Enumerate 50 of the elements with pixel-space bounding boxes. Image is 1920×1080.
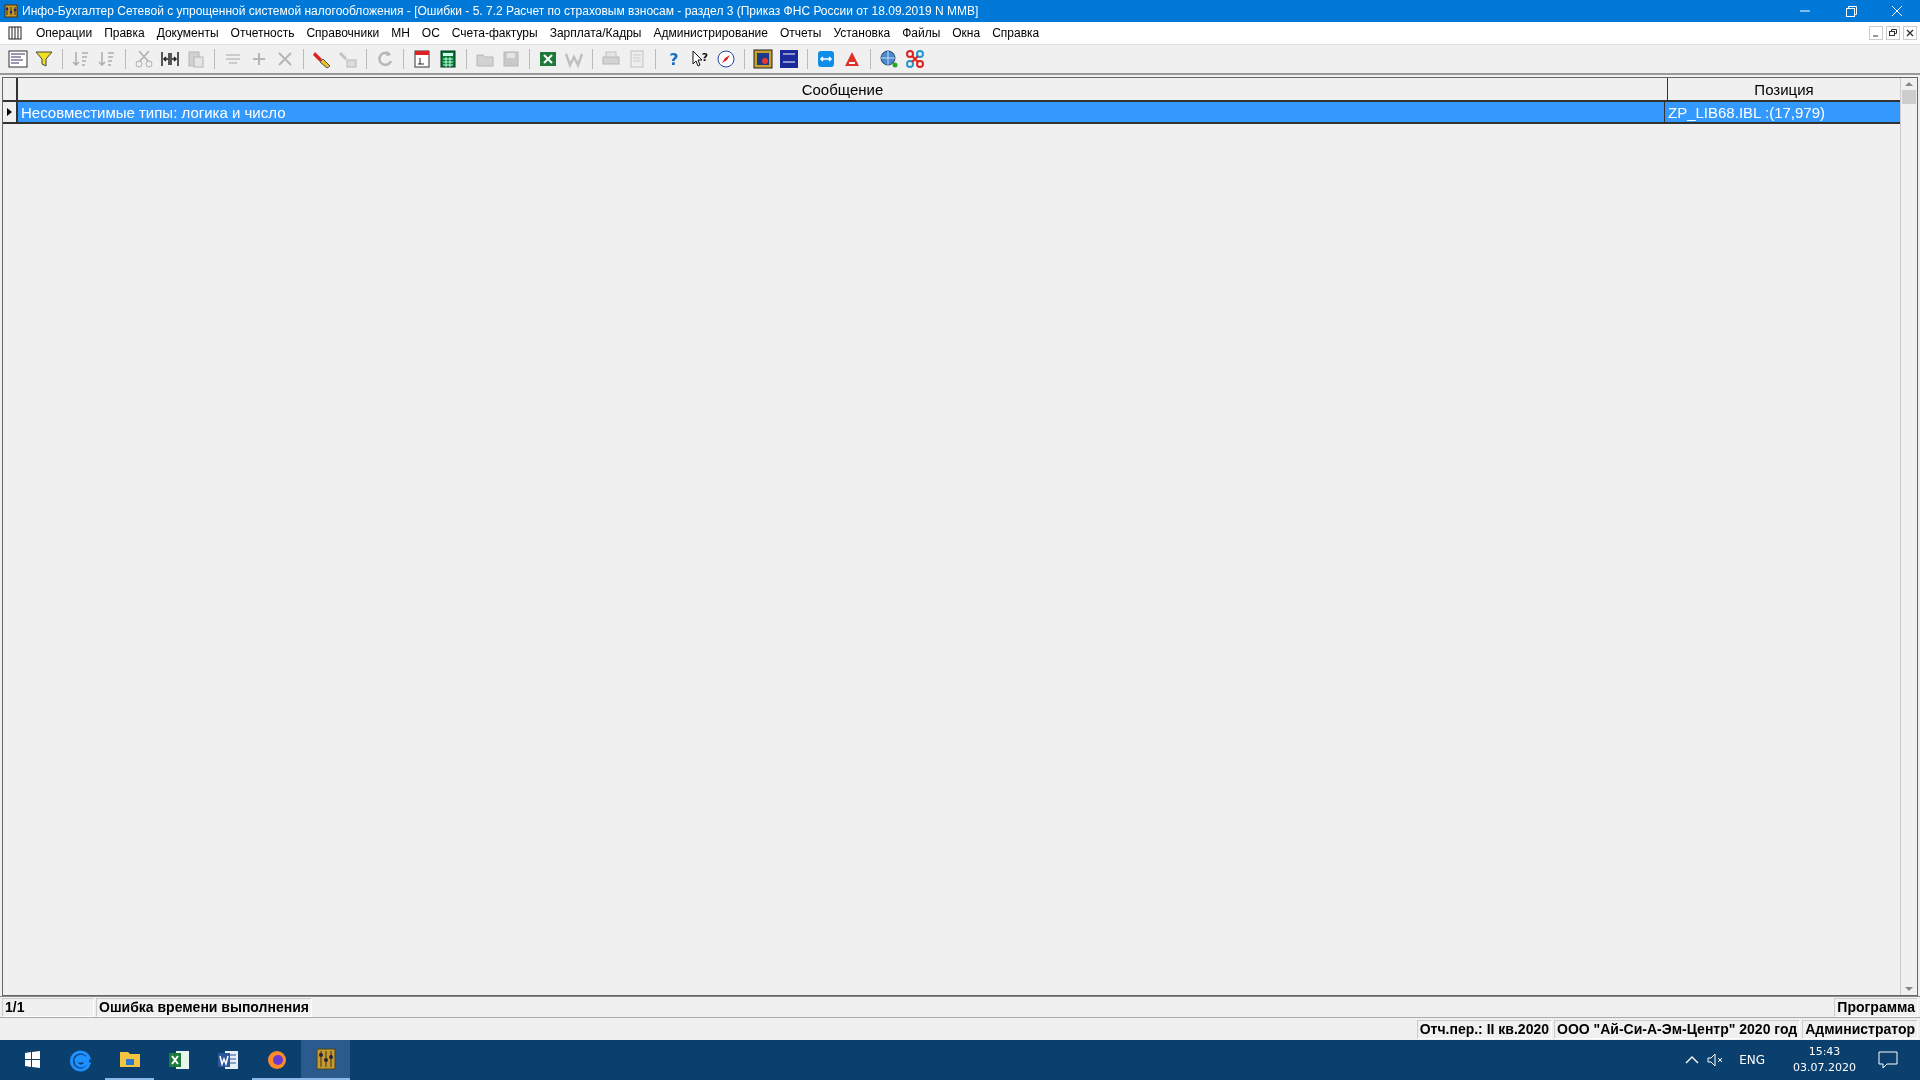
language-indicator[interactable]: ENG bbox=[1739, 1053, 1765, 1067]
clock-date[interactable]: 03.07.2020 bbox=[1793, 1060, 1856, 1076]
menu-item[interactable]: Файлы bbox=[896, 26, 947, 40]
menu-item[interactable]: Администрирование bbox=[647, 26, 774, 40]
abacus-icon bbox=[313, 1047, 338, 1071]
document-icon bbox=[215, 1048, 240, 1072]
report-icon[interactable] bbox=[8, 49, 28, 69]
browser-icon bbox=[68, 1048, 93, 1072]
globe-icon[interactable] bbox=[879, 49, 899, 69]
info-field: Администратор bbox=[1802, 1019, 1918, 1039]
network-icon[interactable] bbox=[905, 49, 925, 69]
close-icon[interactable] bbox=[1903, 26, 1917, 40]
info-field: Отч.пер.: II кв.2020 bbox=[1416, 1019, 1552, 1039]
menu-item[interactable]: Справочники bbox=[300, 26, 386, 40]
menu-item[interactable]: Операции bbox=[30, 26, 99, 40]
calculator-icon[interactable] bbox=[438, 49, 458, 69]
spreadsheet-icon[interactable] bbox=[538, 49, 558, 69]
abacus-icon[interactable] bbox=[8, 26, 22, 40]
menu-item[interactable]: Справка bbox=[986, 26, 1046, 40]
menu-item[interactable]: Отчетность bbox=[224, 26, 301, 40]
calendar-icon[interactable] bbox=[412, 49, 432, 69]
menu-item[interactable]: Правка bbox=[98, 26, 151, 40]
restore-icon[interactable] bbox=[1886, 26, 1900, 40]
record-count: 1/1 bbox=[2, 997, 94, 1017]
menu-item[interactable]: МН bbox=[385, 26, 416, 40]
spreadsheet-icon bbox=[166, 1048, 191, 1072]
menu-item[interactable]: ОС bbox=[415, 26, 446, 40]
notification-icon[interactable] bbox=[1878, 1051, 1898, 1069]
scrollbar[interactable] bbox=[1900, 78, 1917, 995]
taskbar-button[interactable] bbox=[301, 1040, 350, 1080]
scroll-thumb[interactable] bbox=[1902, 90, 1916, 104]
menu-item[interactable]: Зарплата/Кадры bbox=[543, 26, 648, 40]
columns-icon[interactable] bbox=[160, 49, 180, 69]
marker-icon[interactable] bbox=[312, 49, 332, 69]
compass-icon[interactable] bbox=[716, 49, 736, 69]
help-icon[interactable]: ? bbox=[664, 49, 684, 69]
menu-item[interactable]: Окна bbox=[946, 26, 987, 40]
menu-item[interactable]: Счета-фактуры bbox=[445, 26, 544, 40]
row-pointer-icon bbox=[7, 108, 12, 116]
chevron-up-icon[interactable] bbox=[1685, 1055, 1700, 1065]
status-message: Ошибка времени выполнения bbox=[96, 997, 312, 1017]
menu-item[interactable]: Установка bbox=[827, 26, 897, 40]
abacus-icon bbox=[4, 4, 18, 18]
filter-icon[interactable] bbox=[34, 49, 54, 69]
window-title: Инфо-Бухгалтер Сетевой с упрощенной системой налогообложения - [Ошибки - 5. 7.2 Расчет по страховым взносам - раздел 3 (Приказ ФНС России от 18.09.2019 N ММВ] bbox=[22, 4, 980, 18]
status-source: Программа bbox=[1834, 997, 1918, 1017]
info-field: ООО "Ай-Си-А-Эм-Центр" 2020 год bbox=[1554, 1019, 1801, 1039]
menu-item[interactable]: Отчеты bbox=[773, 26, 828, 40]
menu-item[interactable]: Документы bbox=[150, 26, 225, 40]
clock-time[interactable]: 15:43 bbox=[1808, 1044, 1841, 1060]
